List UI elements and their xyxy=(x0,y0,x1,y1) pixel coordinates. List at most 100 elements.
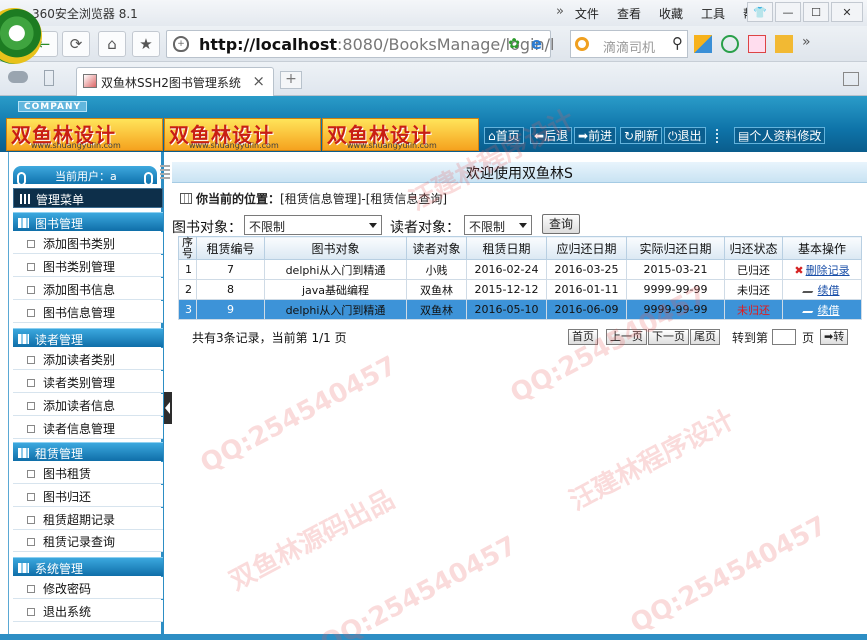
cell-reader: 小贱 xyxy=(406,259,467,280)
table-header-row: 序号 租赁编号 图书对象 读者对象 租赁日期 应归还日期 实际归还日期 归还状态… xyxy=(178,236,862,260)
toolbar-icons: » xyxy=(694,35,820,53)
col-header: 归还状态 xyxy=(724,236,783,260)
sidebar-section-rental[interactable]: 租赁管理 xyxy=(13,442,163,461)
renew-link[interactable]: 续借 xyxy=(818,304,840,317)
refresh-icon[interactable]: ⟳ xyxy=(62,31,90,57)
cell-id: 7 xyxy=(196,259,265,280)
cookie-icon[interactable] xyxy=(775,35,793,53)
tab-list-icon[interactable] xyxy=(843,72,859,86)
current-user-bar: 当前用户：a xyxy=(13,166,157,186)
query-button[interactable]: 查询 xyxy=(542,214,581,234)
table-row[interactable]: 1 7 delphi从入门到精通 小贱 2016-02-24 2016-03-2… xyxy=(178,259,862,280)
last-page-button[interactable]: 尾页 xyxy=(690,329,720,345)
go-button[interactable]: ➡转 xyxy=(820,329,849,345)
sidebar-item-add-reader[interactable]: 添加读者信息 xyxy=(13,394,163,416)
welcome-bar: 欢迎使用双鱼林S xyxy=(160,162,867,183)
sidebar-item-reader-manage[interactable]: 读者信息管理 xyxy=(13,417,163,439)
nav-back-button[interactable]: ⬅后退 xyxy=(530,127,573,144)
page-number-input[interactable] xyxy=(772,329,796,345)
cell-no: 2 xyxy=(178,279,197,300)
close-window-icon[interactable]: ✕ xyxy=(831,2,863,22)
home-icon[interactable]: ⌂ xyxy=(98,31,126,57)
col-header: 租赁编号 xyxy=(196,236,265,260)
sidebar-item-add-book-category[interactable]: 添加图书类别 xyxy=(13,232,163,254)
nav-refresh-button[interactable]: ↻刷新 xyxy=(620,127,663,144)
menu-file[interactable]: 文件 xyxy=(575,5,599,22)
reload-icon[interactable]: ✿ xyxy=(508,36,520,52)
sidebar-item-rent-book[interactable]: 图书租赁 xyxy=(13,462,163,484)
sidebar-item-book-manage[interactable]: 图书信息管理 xyxy=(13,301,163,323)
page-icon xyxy=(27,516,35,524)
nav-home-button[interactable]: ⌂首页 xyxy=(484,127,524,144)
address-url[interactable]: http://localhost:8080/BooksManage/login/… xyxy=(199,35,554,54)
sidebar-item-add-reader-category[interactable]: 添加读者类别 xyxy=(13,348,163,370)
sidebar-item-book-category-manage[interactable]: 图书类别管理 xyxy=(13,255,163,277)
sidebar-section-readers[interactable]: 读者管理 xyxy=(13,328,163,347)
edit-pencil-icon[interactable] xyxy=(801,302,818,313)
banner-logo: 双鱼林设计 www.shuangyulin.com xyxy=(322,118,479,151)
search-box[interactable]: 滴滴司机 ⚲ xyxy=(570,30,688,58)
sidebar-item-overdue-records[interactable]: 租赁超期记录 xyxy=(13,508,163,530)
col-header: 基本操作 xyxy=(782,236,862,260)
ad-block-icon[interactable] xyxy=(748,35,766,53)
search-icon[interactable]: ⚲ xyxy=(672,34,683,52)
cell-id: 9 xyxy=(196,299,265,320)
ie-mode-icon[interactable]: e xyxy=(531,34,542,53)
sidebar-item-exit-system[interactable]: 退出系统 xyxy=(13,600,163,622)
sidebar-item-change-password[interactable]: 修改密码 xyxy=(13,577,163,599)
sidebar-item-add-book[interactable]: 添加图书信息 xyxy=(13,278,163,300)
cell-no: 3 xyxy=(178,299,197,320)
renew-link[interactable]: 续借 xyxy=(818,284,840,297)
menu-favorites[interactable]: 收藏 xyxy=(659,5,683,22)
col-header: 图书对象 xyxy=(264,236,407,260)
col-header: 序号 xyxy=(178,236,197,260)
grip-icon xyxy=(160,165,170,179)
star-icon[interactable]: ★ xyxy=(132,31,160,57)
search-input[interactable]: 滴滴司机 xyxy=(603,37,655,56)
search-engine-icon[interactable] xyxy=(575,37,589,51)
nav-logout-button[interactable]: ⏻退出 xyxy=(664,127,706,144)
tab-active[interactable]: 双鱼林SSH2图书管理系统 × xyxy=(76,67,274,96)
section-icon xyxy=(18,563,29,573)
nav-profile-button[interactable]: ▤个人资料修改 xyxy=(734,127,826,144)
more-icon[interactable]: » xyxy=(802,35,820,53)
sidebar-item-reader-category-manage[interactable]: 读者类别管理 xyxy=(13,371,163,393)
next-page-button[interactable]: 下一页 xyxy=(648,329,689,345)
table-row-selected[interactable]: 3 9 delphi从入门到精通 双鱼林 2016-05-10 2016-06-… xyxy=(178,299,862,320)
col-header: 实际归还日期 xyxy=(626,236,725,260)
address-bar[interactable]: + http://localhost:8080/BooksManage/logi… xyxy=(166,30,554,58)
delete-icon[interactable]: ✖ xyxy=(794,264,803,277)
prev-page-button[interactable]: 上一页 xyxy=(606,329,647,345)
new-tab-button[interactable]: + xyxy=(280,71,302,89)
money-icon[interactable] xyxy=(721,35,739,53)
col-header: 租赁日期 xyxy=(466,236,547,260)
col-header: 应归还日期 xyxy=(546,236,627,260)
nav-forward-button[interactable]: ➡前进 xyxy=(574,127,617,144)
skin-icon[interactable]: 👕 xyxy=(747,2,773,22)
sidebar-section-system[interactable]: 系统管理 xyxy=(13,557,163,576)
delete-record-link[interactable]: 删除记录 xyxy=(806,264,850,277)
cloud-icon[interactable] xyxy=(8,71,28,83)
sidebar-toggle-icon[interactable] xyxy=(44,70,54,86)
first-page-button[interactable]: 首页 xyxy=(568,329,598,345)
page-icon xyxy=(27,402,35,410)
manage-menu-header: 管理菜单 xyxy=(13,188,163,208)
book-filter-select[interactable]: 不限制 xyxy=(244,215,382,235)
page-favicon-icon xyxy=(83,74,97,88)
menu-view[interactable]: 查看 xyxy=(617,5,641,22)
cell-reader: 双鱼林 xyxy=(406,299,467,320)
tab-close-icon[interactable]: × xyxy=(252,72,265,90)
reader-filter-select[interactable]: 不限制 xyxy=(464,215,532,235)
menu-tools[interactable]: 工具 xyxy=(701,5,725,22)
sidebar-section-books[interactable]: 图书管理 xyxy=(13,212,163,231)
maximize-icon[interactable]: ☐ xyxy=(803,2,829,22)
page-icon xyxy=(27,585,35,593)
minimize-icon[interactable]: — xyxy=(775,2,801,22)
edit-pencil-icon[interactable] xyxy=(801,282,818,293)
apps-icon[interactable] xyxy=(694,35,712,53)
sidebar-item-return-book[interactable]: 图书归还 xyxy=(13,485,163,507)
sidebar-collapse-handle[interactable] xyxy=(164,392,172,424)
table-row[interactable]: 2 8 java基础编程 双鱼林 2015-12-12 2016-01-11 9… xyxy=(178,279,862,300)
cell-due-date: 2016-01-11 xyxy=(546,279,627,300)
sidebar-item-rental-query[interactable]: 租赁记录查询 xyxy=(13,530,163,552)
